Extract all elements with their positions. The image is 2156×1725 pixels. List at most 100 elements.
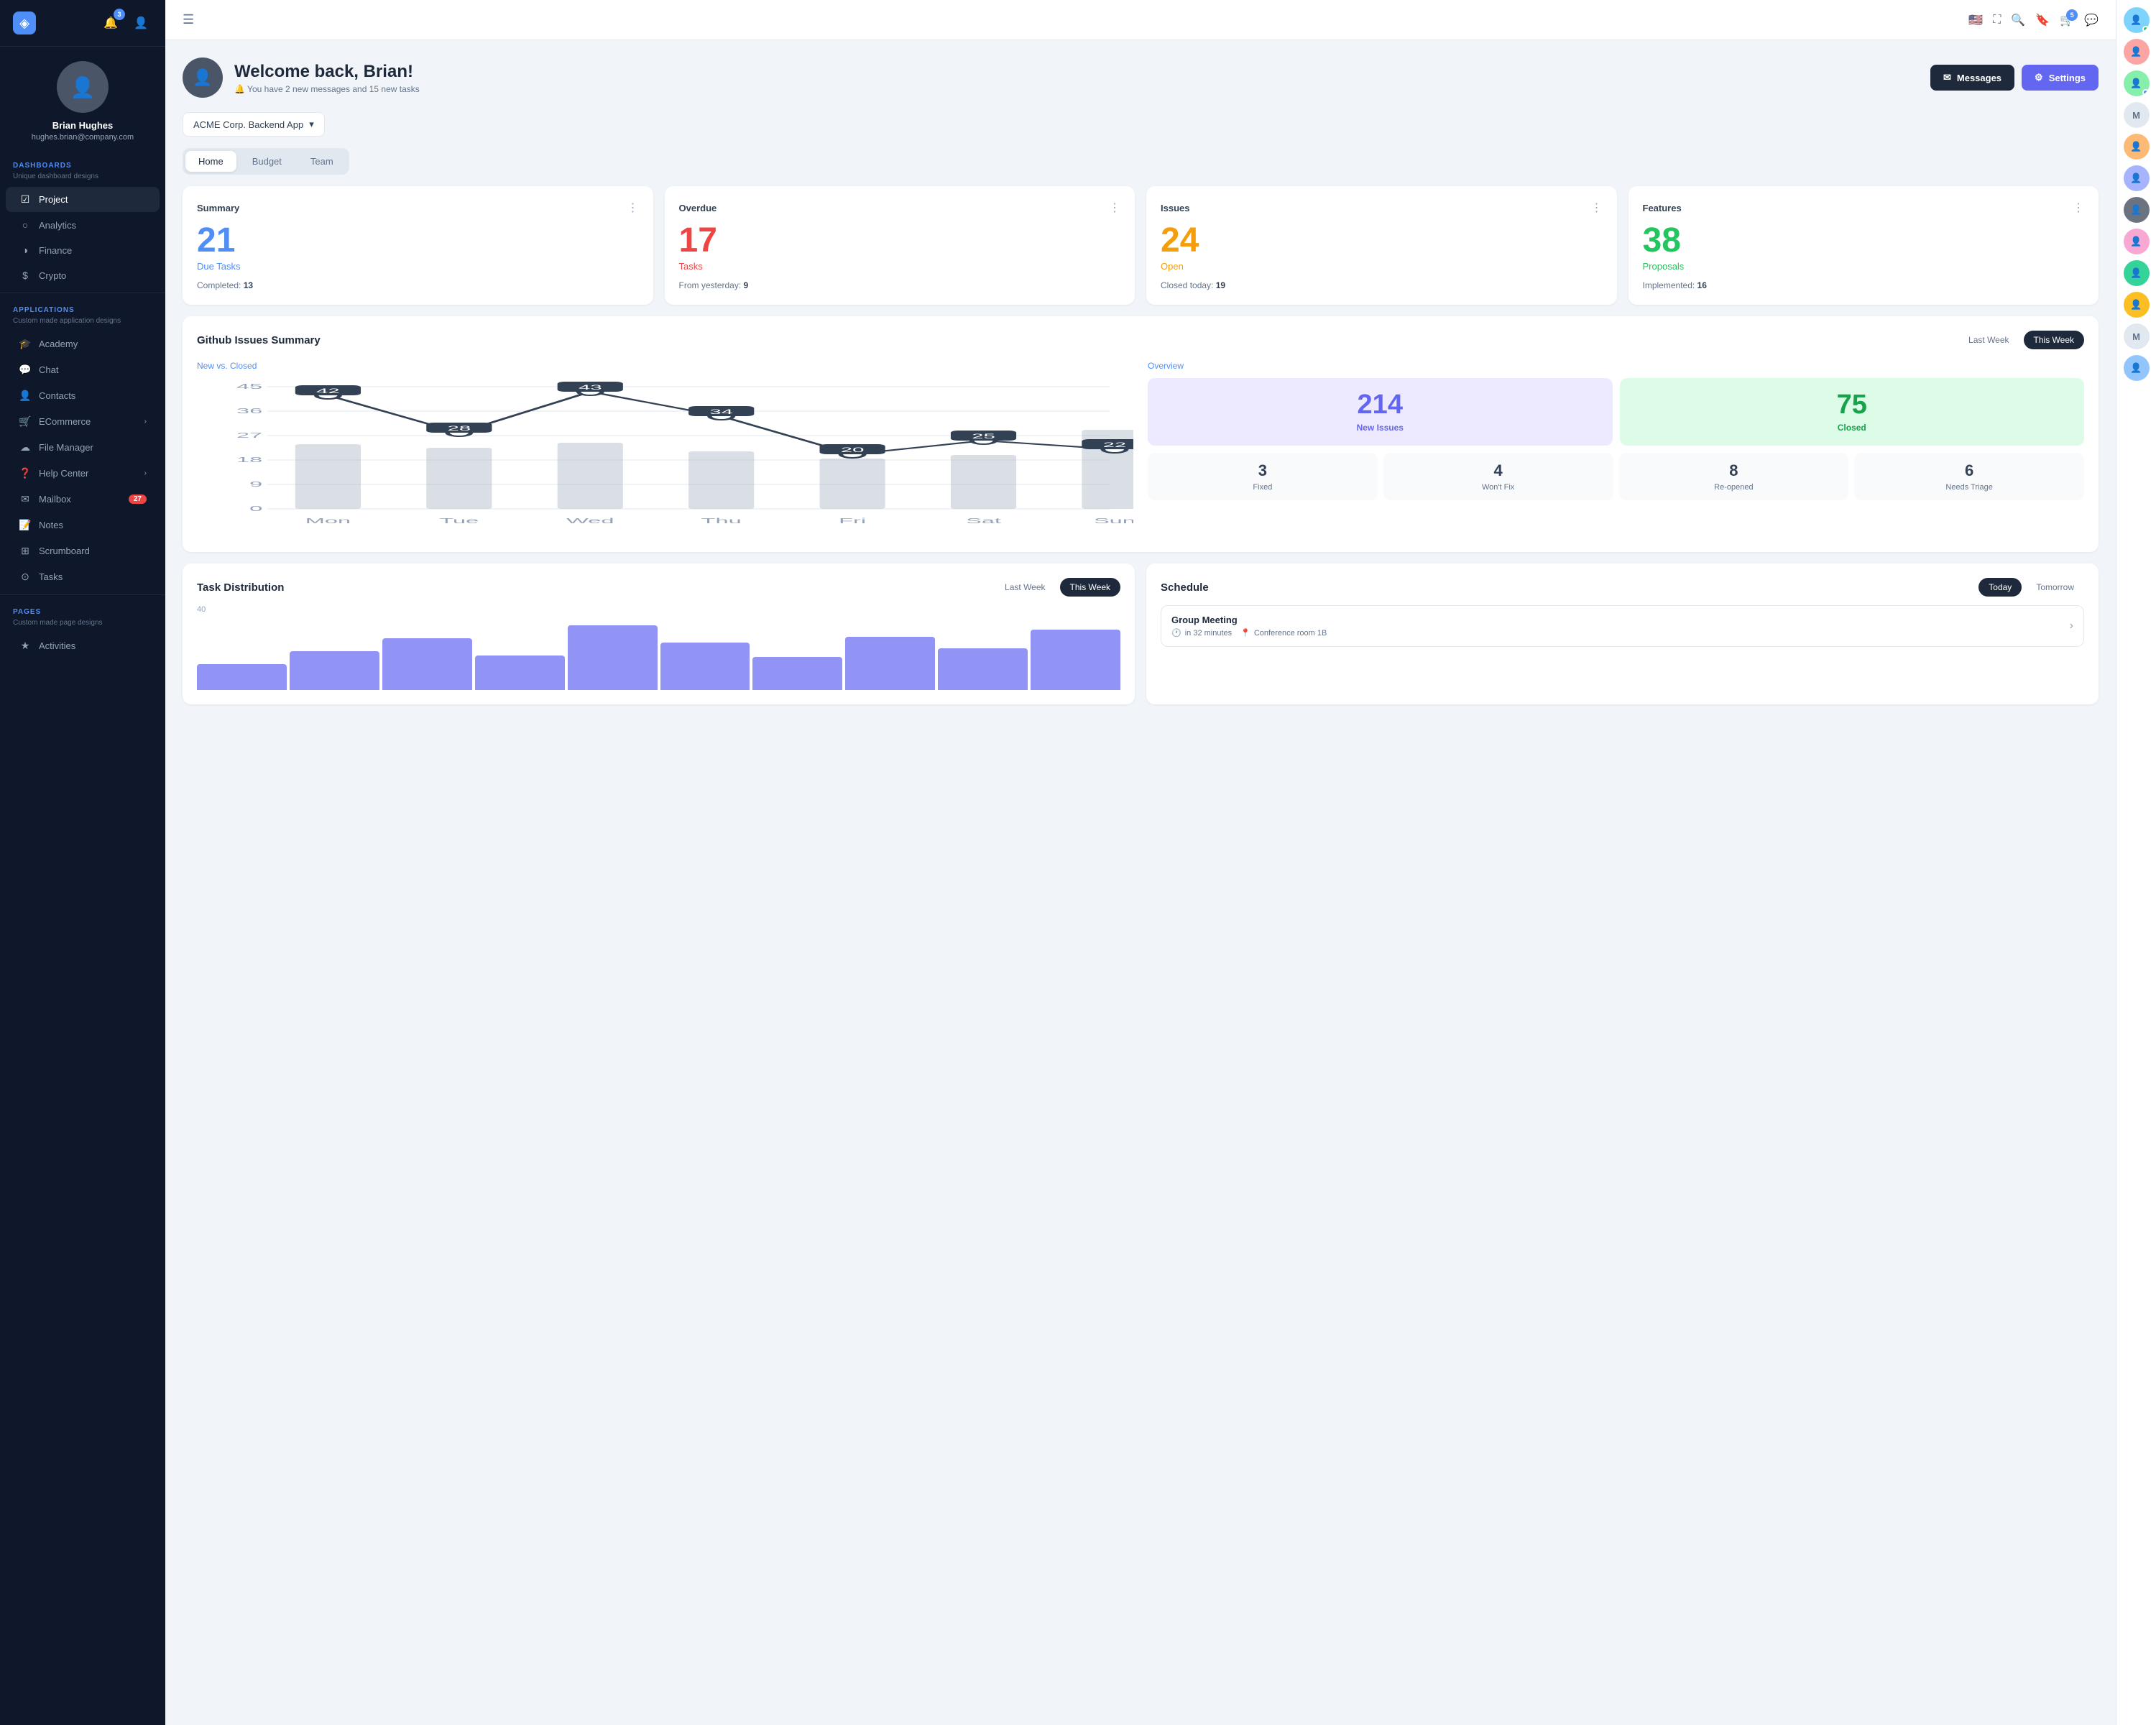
stat-card-issues: Issues ⋮ 24 Open Closed today: 19 — [1146, 186, 1617, 305]
sidebar-item-notes[interactable]: 📝 Notes — [6, 512, 160, 538]
fullscreen-button[interactable]: ⛶ — [1993, 14, 2001, 27]
sidebar-item-project[interactable]: ☑ Project — [6, 187, 160, 212]
task-dist-bar-4 — [568, 625, 658, 690]
schedule-toggle: Today Tomorrow — [1978, 578, 2084, 597]
avatar-image-10: 👤 — [2130, 362, 2142, 374]
github-mini-stats: 3 Fixed 4 Won't Fix 8 Re-opened 6 — [1148, 453, 2084, 500]
notification-badge: 3 — [114, 9, 125, 20]
stat-card-summary-menu[interactable]: ⋮ — [627, 201, 639, 215]
sidebar-item-crypto[interactable]: $ Crypto — [6, 263, 160, 288]
github-chart-wrap: 45 36 27 18 9 0 — [197, 380, 1133, 538]
svg-text:42: 42 — [316, 387, 340, 395]
right-avatar-3[interactable]: 👤 — [2124, 70, 2150, 96]
github-this-week-button[interactable]: This Week — [2024, 331, 2084, 349]
task-dist-bar-8 — [938, 648, 1028, 690]
schedule-event-location: 📍 Conference room 1B — [1240, 628, 1327, 638]
sidebar-item-mailbox[interactable]: ✉ Mailbox 27 — [6, 487, 160, 512]
right-avatar-6[interactable]: 👤 — [2124, 197, 2150, 223]
message-button[interactable]: 💬 — [2084, 13, 2099, 27]
right-avatar-7[interactable]: 👤 — [2124, 229, 2150, 254]
right-avatar-m1[interactable]: M — [2124, 102, 2150, 128]
tab-home[interactable]: Home — [185, 151, 236, 172]
right-avatar-4[interactable]: 👤 — [2124, 134, 2150, 160]
bookmark-button[interactable]: 🔖 — [2035, 13, 2050, 27]
right-avatar-5[interactable]: 👤 — [2124, 165, 2150, 191]
stat-card-features-menu[interactable]: ⋮ — [2073, 201, 2084, 215]
svg-text:Fri: Fri — [839, 517, 866, 525]
messages-button[interactable]: ✉ Messages — [1930, 65, 2014, 91]
right-avatar-9[interactable]: 👤 — [2124, 292, 2150, 318]
stat-card-issues-title: Issues — [1161, 203, 1189, 213]
bottom-row: Task Distribution Last Week This Week 40… — [183, 564, 2099, 716]
right-avatar-8[interactable]: 👤 — [2124, 260, 2150, 286]
sidebar-item-ecommerce-label: ECommerce — [39, 416, 91, 427]
fixed-mini-card: 3 Fixed — [1148, 453, 1378, 500]
wont-fix-label: Won't Fix — [1482, 483, 1514, 492]
notification-bell-button[interactable]: 🔔 3 — [99, 12, 122, 34]
sidebar-item-ecommerce[interactable]: 🛒 ECommerce › — [6, 409, 160, 434]
schedule-event-time: 🕐 in 32 minutes — [1171, 628, 1232, 638]
welcome-avatar: 👤 — [183, 58, 223, 98]
notes-icon: 📝 — [19, 519, 32, 531]
right-avatar-1[interactable]: 👤 — [2124, 7, 2150, 33]
stat-card-overdue-menu[interactable]: ⋮ — [1109, 201, 1120, 215]
sidebar-item-finance[interactable]: ◑ Finance — [6, 238, 160, 262]
user-circle-button[interactable]: 👤 — [129, 12, 152, 34]
schedule-event-chevron-icon[interactable]: › — [2070, 620, 2073, 632]
sidebar-item-help-center[interactable]: ❓ Help Center › — [6, 461, 160, 486]
settings-button[interactable]: ⚙ Settings — [2022, 65, 2099, 91]
avatar-image-3: 👤 — [2130, 78, 2142, 89]
github-chart-area: New vs. Closed 45 36 — [197, 361, 1133, 538]
search-button[interactable]: 🔍 — [2011, 13, 2025, 27]
sidebar-item-notes-label: Notes — [39, 520, 63, 530]
avatar-image-6: 👤 — [2130, 204, 2142, 216]
sidebar-item-finance-label: Finance — [39, 245, 72, 256]
stat-card-issues-menu[interactable]: ⋮ — [1591, 201, 1603, 215]
avatar-image-2: 👤 — [2130, 46, 2142, 58]
svg-text:43: 43 — [579, 384, 602, 391]
wont-fix-mini-card: 4 Won't Fix — [1383, 453, 1613, 500]
sidebar-item-tasks[interactable]: ⊙ Tasks — [6, 564, 160, 589]
schedule-today-button[interactable]: Today — [1978, 578, 2022, 597]
sidebar-item-academy[interactable]: 🎓 Academy — [6, 331, 160, 356]
sidebar-item-scrumboard[interactable]: ⊞ Scrumboard — [6, 538, 160, 564]
github-overview-top: 214 New Issues 75 Closed — [1148, 378, 2084, 446]
sidebar-item-activities[interactable]: ★ Activities — [6, 633, 160, 658]
sidebar-item-file-manager[interactable]: ☁ File Manager — [6, 435, 160, 460]
sidebar-item-contacts-label: Contacts — [39, 390, 75, 401]
schedule-tomorrow-button[interactable]: Tomorrow — [2026, 578, 2084, 597]
cart-button[interactable]: 🛒 5 — [2060, 13, 2074, 27]
task-dist-this-week-button[interactable]: This Week — [1060, 578, 1120, 597]
svg-text:9: 9 — [249, 480, 262, 488]
right-avatar-10[interactable]: 👤 — [2124, 355, 2150, 381]
dashboards-section-sublabel: Unique dashboard designs — [0, 172, 165, 186]
sidebar-item-analytics[interactable]: ○ Analytics — [6, 213, 160, 237]
stat-summary-footer: Completed: 13 — [197, 280, 639, 290]
pages-nav: ★ Activities — [0, 632, 165, 659]
tasks-icon: ⊙ — [19, 571, 32, 583]
mailbox-icon: ✉ — [19, 493, 32, 505]
avatar-image-9: 👤 — [2130, 299, 2142, 310]
menu-toggle-button[interactable]: ☰ — [183, 12, 194, 27]
task-dist-bar-2 — [382, 638, 472, 690]
sidebar-item-tasks-label: Tasks — [39, 571, 63, 582]
stat-card-features: Features ⋮ 38 Proposals Implemented: 16 — [1628, 186, 2099, 305]
right-avatar-2[interactable]: 👤 — [2124, 39, 2150, 65]
schedule-event-item: Group Meeting 🕐 in 32 minutes 📍 Conferen… — [1161, 605, 2084, 647]
task-dist-bar-7 — [845, 637, 935, 690]
flag-icon[interactable]: 🇺🇸 — [1968, 13, 1983, 27]
dashboards-section-label: DASHBOARDS — [0, 153, 165, 172]
tab-team[interactable]: Team — [298, 151, 346, 172]
task-dist-last-week-button[interactable]: Last Week — [995, 578, 1055, 597]
project-selector-dropdown[interactable]: ACME Corp. Backend App ▾ — [183, 112, 325, 137]
closed-number: 75 — [1837, 391, 1867, 418]
stat-card-overdue-header: Overdue ⋮ — [679, 201, 1121, 215]
right-avatar-m2[interactable]: M — [2124, 323, 2150, 349]
app-logo[interactable]: ◈ — [13, 12, 36, 34]
github-last-week-button[interactable]: Last Week — [1958, 331, 2019, 349]
sidebar-item-chat[interactable]: 💬 Chat — [6, 357, 160, 382]
tab-budget[interactable]: Budget — [239, 151, 295, 172]
github-issues-card: Github Issues Summary Last Week This Wee… — [183, 316, 2099, 552]
svg-text:25: 25 — [972, 433, 995, 440]
sidebar-item-contacts[interactable]: 👤 Contacts — [6, 383, 160, 408]
